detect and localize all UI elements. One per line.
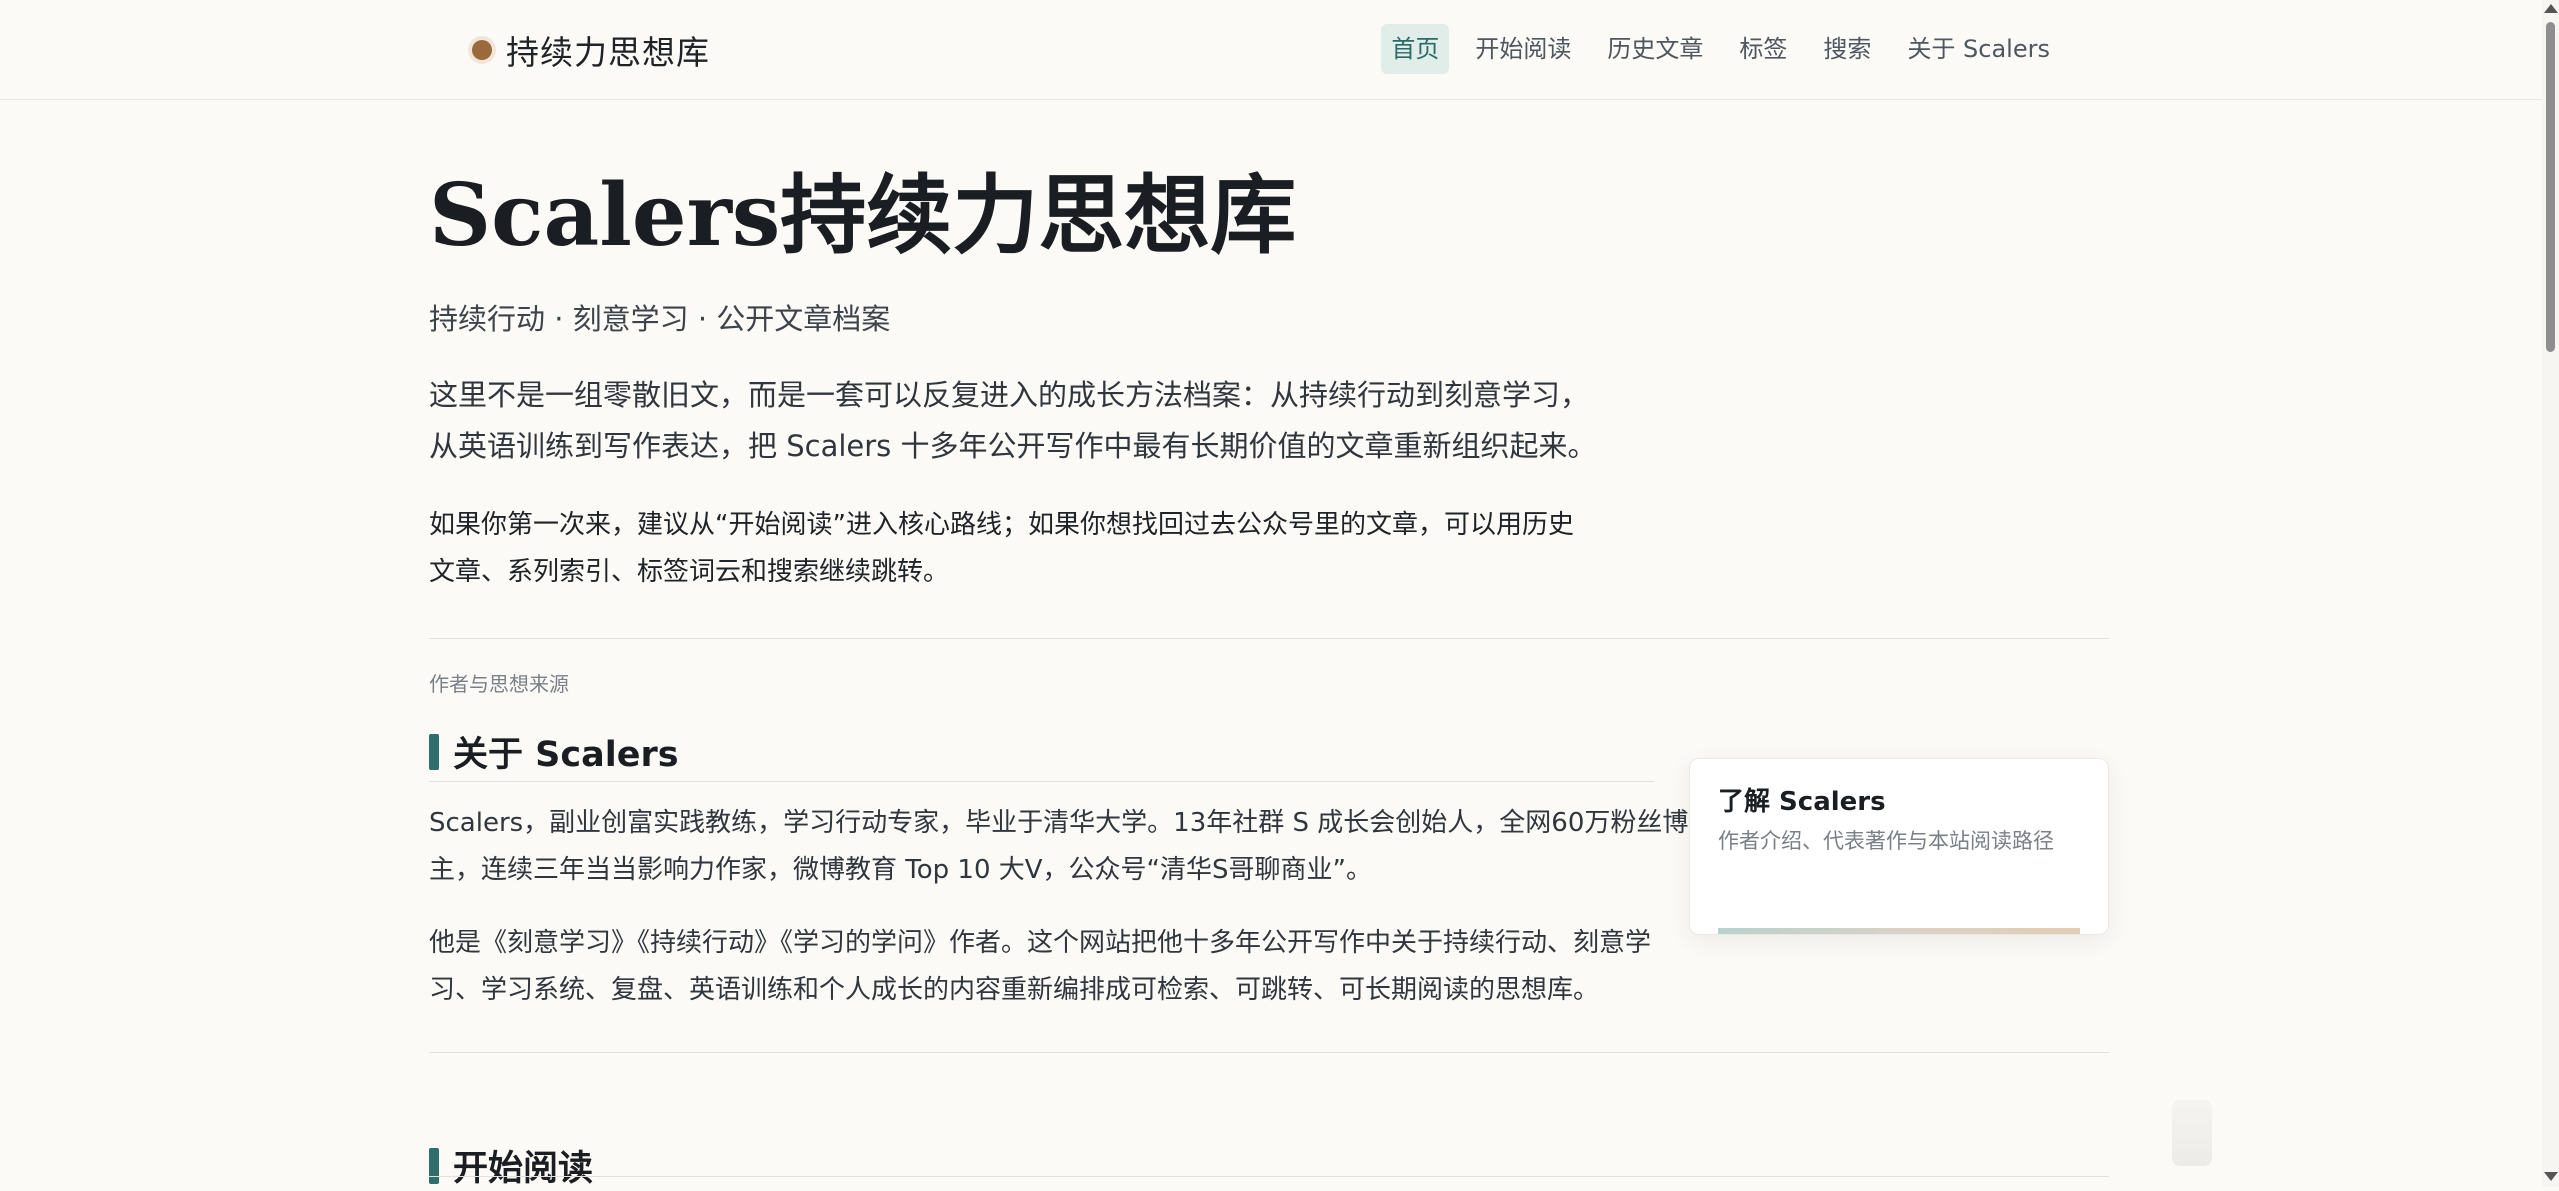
scroll-up-arrow-icon[interactable]: [2544, 4, 2558, 13]
floating-widget[interactable]: [2172, 1100, 2212, 1166]
page-subtitle: 持续行动 · 刻意学习 · 公开文章档案: [429, 302, 891, 336]
page-title: Scalers持续力思想库: [429, 165, 1297, 266]
main-nav: 首页 开始阅读 历史文章 标签 搜索 关于 Scalers: [1381, 24, 2060, 74]
scrollbar-thumb[interactable]: [2546, 22, 2555, 352]
about-scalers-card[interactable]: 了解 Scalers 作者介绍、代表著作与本站阅读路径: [1689, 758, 2109, 935]
card-title: 了解 Scalers: [1718, 787, 1886, 817]
brand-dot-icon: [472, 40, 492, 60]
top-navbar: 持续力思想库 首页 开始阅读 历史文章 标签 搜索 关于 Scalers: [0, 0, 2542, 100]
about-heading-divider: [429, 781, 1654, 782]
about-divider: [429, 1052, 2109, 1053]
nav-item-search[interactable]: 搜索: [1813, 24, 1881, 74]
intro-lead-line: 这里不是一组零散旧文，而是一套可以反复进入的成长方法档案：从持续行动到刻意学习，: [429, 378, 1590, 412]
section-accent-bar: [429, 733, 439, 770]
start-reading-section-heading: 开始阅读: [429, 1140, 593, 1191]
about-body: Scalers，副业创富实践教练，学习行动专家，毕业于清华大学。13年社群 S …: [429, 800, 1689, 1040]
nav-item-start-reading[interactable]: 开始阅读: [1465, 24, 1581, 74]
intro-note: 如果你第一次来，建议从“开始阅读”进入核心路线；如果你想找回过去公众号里的文章，…: [429, 502, 1579, 596]
scroll-down-arrow-icon[interactable]: [2544, 1172, 2558, 1181]
about-section-heading: 关于 Scalers: [429, 726, 679, 777]
start-reading-section-title: 开始阅读: [453, 1149, 594, 1189]
intro-note-line: 文章、系列索引、标签词云和搜索继续跳转。: [429, 557, 950, 587]
section-kicker: 作者与思想来源: [429, 672, 569, 696]
page-scrollbar[interactable]: [2542, 0, 2559, 1187]
about-line: 主，连续三年当当影响力作家，微博教育 Top 10 大V，公众号“清华S哥聊商业…: [429, 855, 1372, 885]
nav-item-history-articles[interactable]: 历史文章: [1597, 24, 1713, 74]
about-line: 习、学习系统、复盘、英语训练和个人成长的内容重新编排成可检索、可跳转、可长期阅读…: [429, 975, 1600, 1005]
intro-lead: 这里不是一组零散旧文，而是一套可以反复进入的成长方法档案：从持续行动到刻意学习，…: [429, 370, 1597, 472]
intro-note-line: 如果你第一次来，建议从“开始阅读”进入核心路线；如果你想找回过去公众号里的文章，…: [429, 510, 1574, 540]
site-brand[interactable]: 持续力思想库: [472, 26, 710, 74]
site-title[interactable]: 持续力思想库: [506, 26, 710, 74]
nav-item-home[interactable]: 首页: [1381, 24, 1450, 74]
intro-lead-line: 从英语训练到写作表达，把 Scalers 十多年公开写作中最有长期价值的文章重新…: [429, 429, 1597, 463]
nav-item-tags[interactable]: 标签: [1729, 24, 1797, 74]
card-accent-strip: [1718, 928, 2080, 934]
nav-item-about[interactable]: 关于 Scalers: [1897, 24, 2060, 74]
start-reading-heading-divider: [429, 1176, 2109, 1177]
about-line: Scalers，副业创富实践教练，学习行动专家，毕业于清华大学。13年社群 S …: [429, 808, 1689, 838]
section-accent-bar: [429, 1147, 439, 1184]
about-line: 他是《刻意学习》《持续行动》《学习的学问》作者。这个网站把他十多年公开写作中关于…: [429, 928, 1652, 958]
card-description: 作者介绍、代表著作与本站阅读路径: [1718, 829, 2054, 853]
about-section-title: 关于 Scalers: [453, 735, 679, 775]
hero-divider: [429, 638, 2109, 639]
